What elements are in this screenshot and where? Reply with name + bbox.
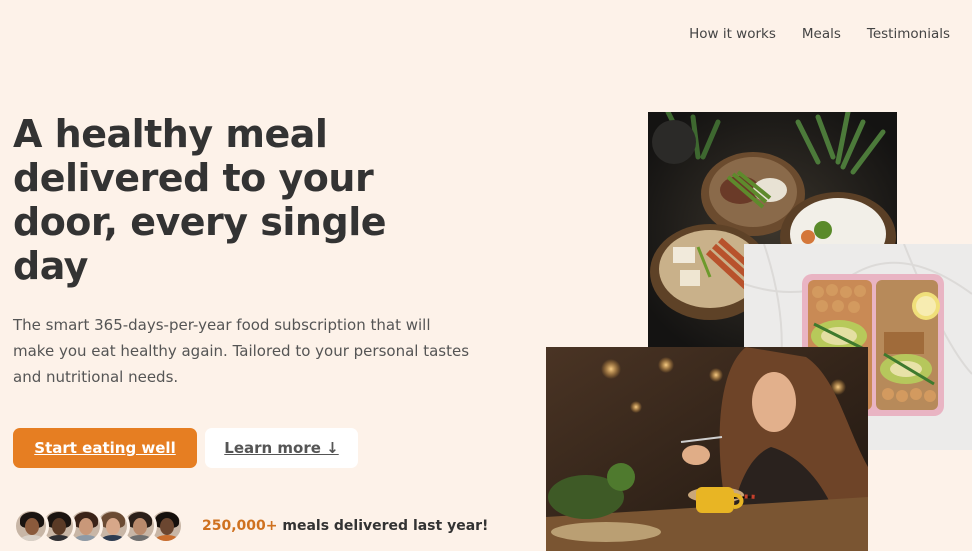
start-eating-well-button[interactable]: Start eating well bbox=[13, 428, 197, 468]
hero-description: The smart 365-days-per-year food subscri… bbox=[13, 316, 470, 386]
meals-delivered-count: 250,000+ bbox=[202, 518, 278, 534]
nav-link-meals[interactable]: Meals bbox=[802, 26, 841, 42]
customer-avatar bbox=[13, 508, 49, 544]
customer-avatars bbox=[13, 508, 184, 544]
hero-title: A healthy meal delivered to your door, e… bbox=[13, 112, 387, 288]
nav-link-testimonials[interactable]: Testimonials bbox=[867, 26, 950, 42]
meals-delivered-text: 250,000+ meals delivered last year! bbox=[202, 518, 488, 534]
main-nav: How it works Meals Testimonials bbox=[689, 26, 950, 42]
woman-eating-image bbox=[546, 347, 868, 551]
nav-link-how-it-works[interactable]: How it works bbox=[689, 26, 776, 42]
learn-more-button[interactable]: Learn more ↓ bbox=[205, 428, 358, 468]
meals-delivered-label: meals delivered last year! bbox=[277, 518, 489, 534]
